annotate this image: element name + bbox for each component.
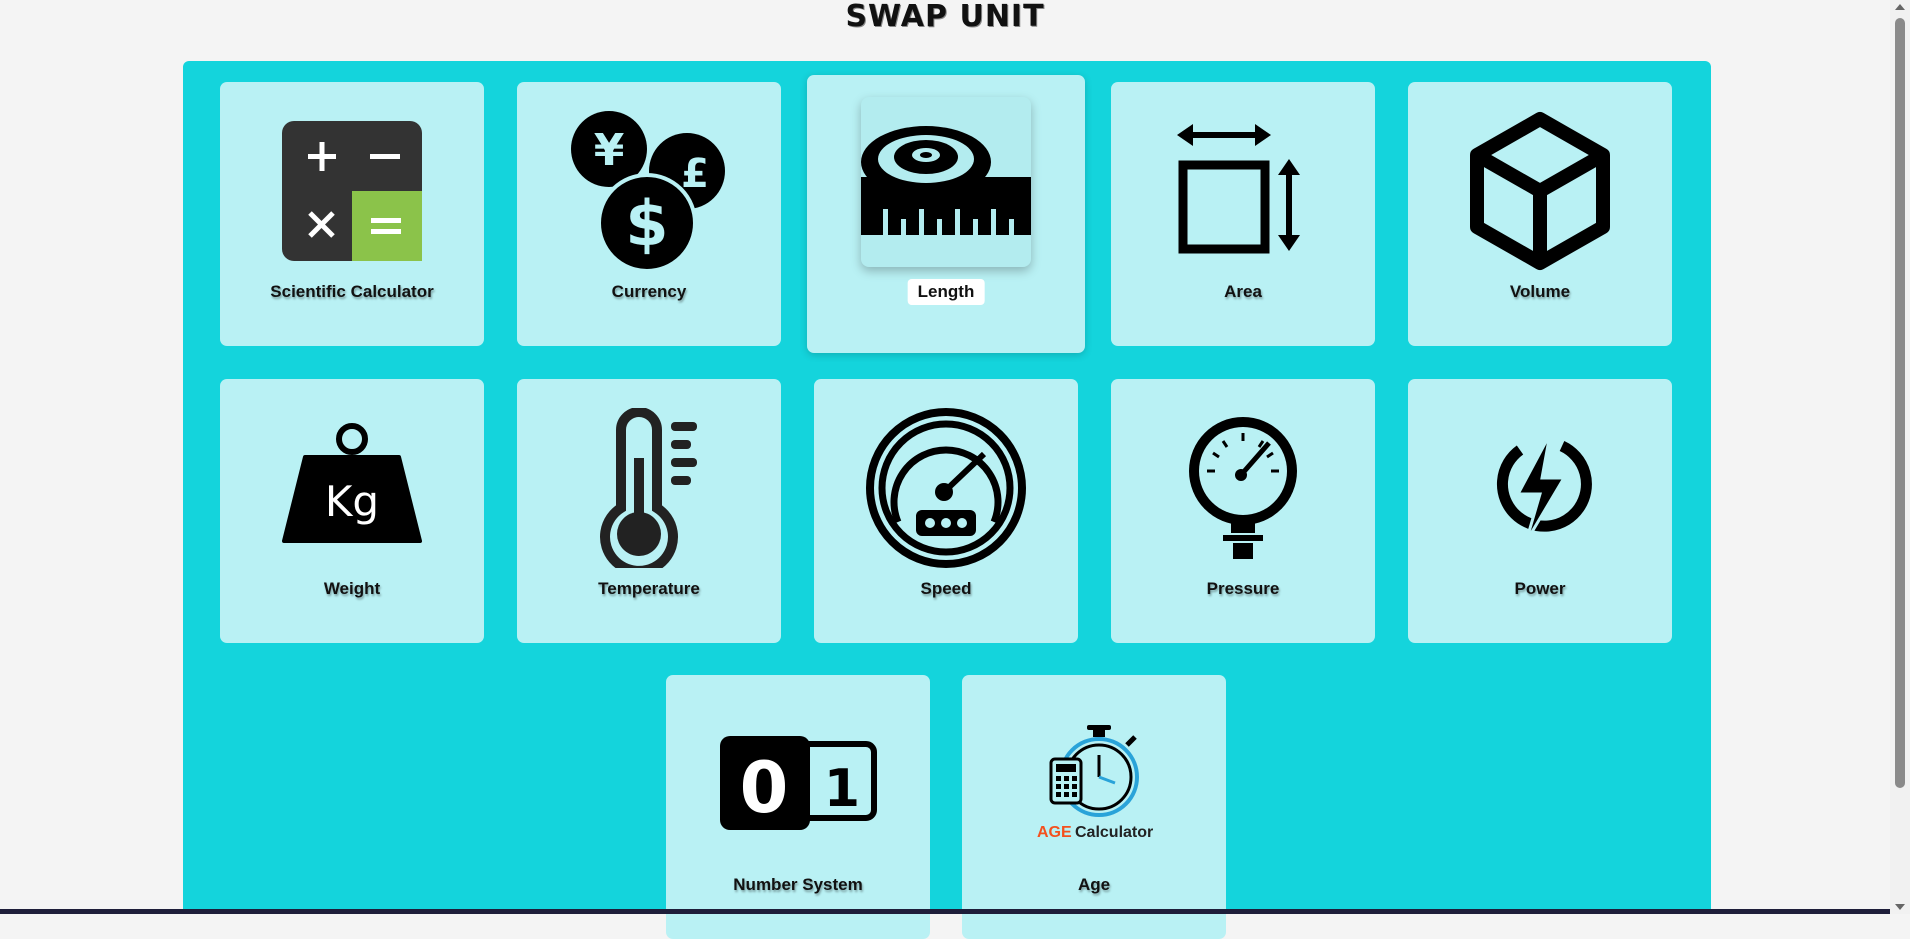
card-area[interactable]: Area bbox=[1111, 82, 1375, 346]
card-currency[interactable]: ¥ £ $ Currency bbox=[517, 82, 781, 346]
age-icon-text: AGE bbox=[1037, 824, 1072, 841]
binary-zero-text: 0 bbox=[740, 747, 789, 829]
scroll-down-icon[interactable] bbox=[1895, 904, 1905, 910]
card-label: Volume bbox=[1509, 282, 1571, 301]
card-temperature[interactable]: Temperature bbox=[517, 379, 781, 643]
scroll-up-icon[interactable] bbox=[1895, 4, 1905, 10]
card-label: Temperature bbox=[598, 579, 700, 598]
card-label: Pressure bbox=[1206, 579, 1280, 598]
thermometer-icon bbox=[564, 403, 734, 573]
weight-icon: Kg bbox=[267, 403, 437, 573]
card-label: Area bbox=[1224, 282, 1262, 301]
card-age[interactable]: AGE Calculator Age bbox=[962, 675, 1226, 939]
binary-one-text: 1 bbox=[824, 759, 860, 819]
power-icon bbox=[1455, 403, 1625, 573]
age-calculator-icon: AGE Calculator bbox=[1009, 699, 1179, 869]
svg-text:¥: ¥ bbox=[594, 125, 625, 176]
card-scientific-calculator[interactable]: Scientific Calculator bbox=[220, 82, 484, 346]
card-pressure[interactable]: Pressure bbox=[1111, 379, 1375, 643]
pressure-gauge-icon bbox=[1158, 403, 1328, 573]
page-title: SWAP UNIT bbox=[845, 0, 1045, 34]
card-weight[interactable]: Kg Weight bbox=[220, 379, 484, 643]
calculator-icon-text: Calculator bbox=[1075, 824, 1153, 841]
scroll-thumb[interactable] bbox=[1895, 18, 1905, 788]
speedometer-icon bbox=[861, 403, 1031, 573]
weight-icon-text: Kg bbox=[325, 477, 379, 526]
card-number-system[interactable]: 0 1 Number System bbox=[666, 675, 930, 939]
vertical-scrollbar[interactable] bbox=[1890, 0, 1910, 914]
card-label: Weight bbox=[323, 579, 381, 598]
converter-grid: Scientific Calculator ¥ £ $ Currency Len… bbox=[183, 61, 1711, 939]
calculator-icon bbox=[267, 106, 437, 276]
bottom-edge bbox=[0, 909, 1890, 914]
card-speed[interactable]: Speed bbox=[814, 379, 1078, 643]
card-label: Length bbox=[907, 279, 985, 305]
card-label: Age bbox=[1077, 875, 1111, 894]
card-power[interactable]: Power bbox=[1408, 379, 1672, 643]
currency-icon: ¥ £ $ bbox=[564, 106, 734, 276]
card-volume[interactable]: Volume bbox=[1408, 82, 1672, 346]
cube-icon bbox=[1455, 106, 1625, 276]
card-label: Scientific Calculator bbox=[270, 282, 434, 301]
card-length[interactable]: Length bbox=[807, 75, 1085, 353]
tape-measure-icon bbox=[861, 97, 1031, 267]
card-label: Number System bbox=[733, 875, 863, 894]
area-icon bbox=[1158, 106, 1328, 276]
card-label: Currency bbox=[611, 282, 687, 301]
binary-icon: 0 1 bbox=[713, 699, 883, 869]
svg-text:$: $ bbox=[625, 187, 668, 260]
card-label: Speed bbox=[920, 579, 972, 598]
svg-text:£: £ bbox=[681, 151, 709, 197]
card-label: Power bbox=[1514, 579, 1566, 598]
